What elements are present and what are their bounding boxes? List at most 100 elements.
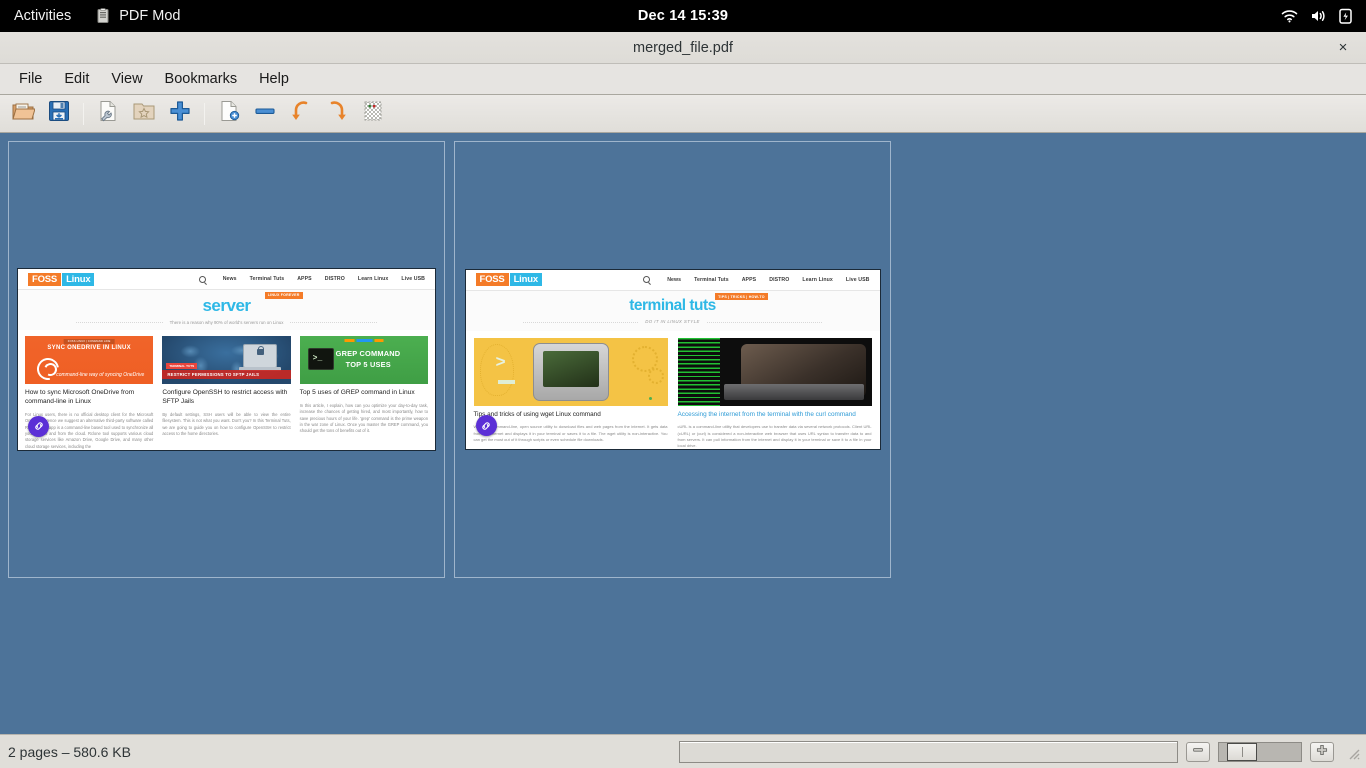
properties-button[interactable]: [91, 98, 125, 130]
nav-distro[interactable]: DISTRO: [325, 276, 345, 282]
article-card[interactable]: Accessing the internet from the terminal…: [678, 338, 872, 449]
menu-item-bookmarks[interactable]: Bookmarks: [154, 67, 249, 91]
article-title[interactable]: How to sync Microsoft OneDrive from comm…: [25, 389, 153, 407]
zoom-slider[interactable]: [1218, 742, 1302, 762]
battery-charging-icon: [1339, 8, 1352, 24]
rotate-right-button[interactable]: [320, 98, 354, 130]
logo-foss: FOSS: [476, 273, 509, 286]
page-thumbnail-2[interactable]: FOSS Linux News Terminal Tuts APPS DISTR…: [454, 141, 891, 578]
keyboard-graphic: [724, 384, 864, 400]
link-badge-icon[interactable]: [28, 416, 49, 437]
resize-grip-icon[interactable]: [1344, 744, 1360, 760]
add-button[interactable]: [163, 98, 197, 130]
zoom-in-icon: [1316, 743, 1328, 761]
hero-badge-1: LINUX FOREVER: [265, 292, 303, 299]
article-title[interactable]: Accessing the internet from the terminal…: [678, 411, 872, 420]
menu-item-help[interactable]: Help: [248, 67, 300, 91]
article-image-grep: GREP COMMAND TOP 5 USES: [300, 336, 428, 384]
nav-terminal-tuts[interactable]: Terminal Tuts: [694, 277, 729, 283]
save-button[interactable]: [42, 98, 76, 130]
hero-subtitle-text-1: There is a reason why 90% of world's ser…: [164, 320, 290, 325]
lock-icon: [257, 349, 264, 355]
zoom-in-button[interactable]: [1310, 742, 1334, 762]
nav-apps[interactable]: APPS: [297, 276, 312, 282]
article-card[interactable]: TERMINAL TUTS RESTRICT PERMISSIONS TO SF…: [162, 336, 290, 450]
article-image-ssh: TERMINAL TUTS RESTRICT PERMISSIONS TO SF…: [162, 336, 290, 384]
nav-news[interactable]: News: [223, 276, 237, 282]
clock[interactable]: Dec 14 15:39: [0, 8, 1366, 24]
site-nav-items-2: News Terminal Tuts APPS DISTRO Learn Lin…: [643, 276, 869, 283]
article-title[interactable]: Top 5 uses of GREP command in Linux: [300, 389, 428, 398]
link-badge-icon[interactable]: [476, 415, 497, 436]
hero-title-text-2: terminal tuts: [629, 297, 716, 314]
logo-linux: Linux: [62, 273, 94, 286]
search-icon[interactable]: [643, 276, 650, 283]
page-content-2: FOSS Linux News Terminal Tuts APPS DISTR…: [465, 269, 881, 450]
nav-apps[interactable]: APPS: [742, 277, 757, 283]
menu-bar: File Edit View Bookmarks Help: [0, 64, 1366, 95]
wifi-icon: [1281, 9, 1298, 23]
extract-button[interactable]: [356, 98, 390, 130]
nav-live-usb[interactable]: Live USB: [401, 276, 425, 282]
hero-badge-2: TIPS | TRICKS | HOW-TO: [715, 293, 768, 300]
hero-title-text-1: server: [202, 296, 250, 315]
window-title: merged_file.pdf: [0, 40, 1366, 56]
hero-subtitle-1: There is a reason why 90% of world's ser…: [18, 320, 435, 325]
hero-title-1: server LINUX FOREVER: [202, 296, 250, 316]
bookmarks-button[interactable]: [127, 98, 161, 130]
hero-section-1: server LINUX FOREVER There is a reason w…: [18, 290, 435, 330]
volume-icon: [1310, 9, 1327, 23]
nav-distro[interactable]: DISTRO: [769, 277, 789, 283]
plus-icon: [168, 99, 192, 128]
nav-news[interactable]: News: [667, 277, 681, 283]
hero-section-2: terminal tuts TIPS | TRICKS | HOW-TO DO …: [466, 291, 880, 331]
article-title[interactable]: Configure OpenSSH to restrict access wit…: [162, 389, 290, 407]
article-body: cURL is a command-line utility that deve…: [678, 424, 872, 449]
system-tray[interactable]: [1281, 8, 1366, 24]
image-headline: RESTRICT PERMISSIONS TO SFTP JAILS: [162, 370, 290, 379]
zoom-slider-handle[interactable]: [1227, 743, 1257, 761]
site-nav-2: FOSS Linux News Terminal Tuts APPS DISTR…: [466, 270, 880, 291]
terminal-icon: [308, 348, 334, 370]
image-headline: SYNC ONEDRIVE IN LINUX: [25, 345, 153, 351]
app-name-label: PDF Mod: [119, 8, 180, 24]
logo-linux: Linux: [510, 273, 542, 286]
fosslinux-logo: FOSS Linux: [476, 273, 542, 286]
menu-item-file[interactable]: File: [8, 67, 53, 91]
activities-button[interactable]: Activities: [0, 0, 85, 32]
article-card[interactable]: > Tips and tricks of using wget Linux co…: [474, 338, 668, 449]
title-bar[interactable]: merged_file.pdf ×: [0, 32, 1366, 64]
article-title[interactable]: Tips and tricks of using wget Linux comm…: [474, 411, 668, 420]
article-body: In this article, I explain, how can you …: [300, 403, 428, 435]
led-indicator: [649, 397, 652, 400]
nav-learn-linux[interactable]: Learn Linux: [358, 276, 389, 282]
save-icon: [47, 99, 71, 128]
toolbar-separator: [83, 103, 84, 125]
zoom-out-button[interactable]: [1186, 742, 1210, 762]
remove-page-button[interactable]: [248, 98, 282, 130]
document-view[interactable]: FOSS Linux News Terminal Tuts APPS DISTR…: [0, 133, 1366, 734]
nav-learn-linux[interactable]: Learn Linux: [802, 277, 833, 283]
article-image-onedrive: FOSS LINUX | COMMAND LINE SYNC ONEDRIVE …: [25, 336, 153, 384]
rotate-left-button[interactable]: [284, 98, 318, 130]
page-content-1: FOSS Linux News Terminal Tuts APPS DISTR…: [17, 268, 436, 451]
menu-item-edit[interactable]: Edit: [53, 67, 100, 91]
article-image-wget: >: [474, 338, 668, 406]
nav-live-usb[interactable]: Live USB: [846, 277, 870, 283]
app-menu-indicator[interactable]: PDF Mod: [85, 0, 190, 32]
search-icon[interactable]: [199, 276, 206, 283]
nav-terminal-tuts[interactable]: Terminal Tuts: [250, 276, 285, 282]
cursor-glyph: [498, 380, 515, 383]
article-image-curl: [678, 338, 872, 406]
insert-page-button[interactable]: [212, 98, 246, 130]
menu-item-view[interactable]: View: [100, 67, 153, 91]
rotate-left-icon: [289, 99, 313, 128]
status-bar: 2 pages – 580.6 KB: [0, 734, 1366, 768]
activities-label: Activities: [14, 8, 71, 24]
hero-subtitle-text-2: DO IT IN LINUX STYLE: [639, 319, 706, 324]
open-button[interactable]: [6, 98, 40, 130]
logo-foss: FOSS: [28, 273, 61, 286]
page-thumbnail-1[interactable]: FOSS Linux News Terminal Tuts APPS DISTR…: [8, 141, 445, 578]
article-card[interactable]: GREP COMMAND TOP 5 USES Top 5 uses of GR…: [300, 336, 428, 450]
page-thumbnail-strip: FOSS Linux News Terminal Tuts APPS DISTR…: [0, 133, 1366, 578]
